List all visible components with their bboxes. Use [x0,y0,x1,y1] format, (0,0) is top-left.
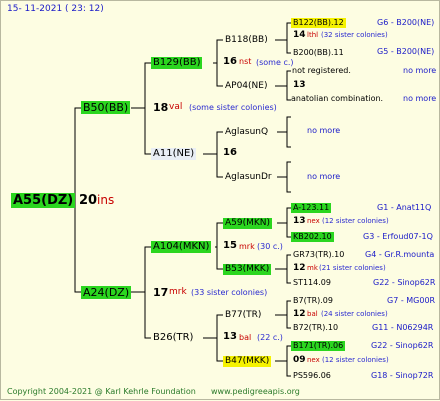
g4-4-note: (12 sister colonies) [322,217,389,225]
g4-0-note: (32 sister colonies) [321,31,388,39]
g4-7-num: 09 [293,355,306,365]
ds-name[interactable]: A104(MKN) [151,241,212,253]
ss-note: (some c.) [256,58,294,67]
g4-0-num: 14 [293,30,306,40]
g4-6-a[interactable]: B7(TR).09 [291,296,335,306]
dam-note: (33 sister colonies) [191,288,268,297]
g4-5-d: G22 - Sinop62R [373,278,436,287]
footer-site[interactable]: www.pedigreeapis.org [211,388,300,396]
dam-num: 17 [153,286,169,299]
g4-1-num: 13 [293,80,306,90]
g4-4-b: G1 - Anat11Q [377,203,432,212]
header-date: 15- 11-2021 ( 23: 12) [7,4,104,14]
root-num: 20 [79,193,98,208]
g4-0-b: G6 - B200(NE) [377,18,435,27]
dd-bal: bal [239,333,252,342]
footer-copyright: Copyright 2004-2021 @ Karl Kehrle Founda… [7,387,196,396]
sire-note: (some sister colonies) [189,103,277,112]
g4-4-kind: nex [307,217,320,225]
g4-5-num: 12 [293,263,306,273]
ss-ins: nst [239,57,252,66]
g4-3-a: no more [307,172,341,181]
dam-name[interactable]: A24(DZ) [81,286,132,299]
ss-num: 16 [223,56,237,67]
g3-7-name[interactable]: B47(MKK) [223,356,272,367]
sd-num: 16 [223,147,237,158]
dam-mrk: mrk [169,287,187,297]
g4-1-d: no more [403,94,437,103]
g4-6-kind: bal [307,310,318,318]
sire-num: 18 [153,101,169,114]
g4-4-a[interactable]: A-123.11 [291,203,332,213]
dd-name[interactable]: B26(TR) [151,332,195,344]
ds-note: (30 c.) [257,242,283,251]
sire-val: val [169,102,183,112]
g4-4-num: 13 [293,216,306,226]
g4-2-a: no more [307,126,341,135]
sd-name[interactable]: A11(NE) [151,148,197,160]
pedigree-canvas: 15- 11-2021 ( 23: 12) A55(DZ) 20 ins B50… [0,0,440,400]
ds-mrk: mrk [239,242,255,251]
g4-4-d: G3 - Erfoud07-1Q [363,232,433,241]
g4-7-b: G22 - Sinop62R [371,341,434,350]
g4-5-kind: mk [307,264,318,272]
g4-1-a: not registered. [292,66,351,75]
g4-6-num: 12 [293,309,306,319]
g4-6-b: G7 - MG00R [387,296,436,305]
g4-0-c[interactable]: B200(BB).11 [291,48,346,58]
g3-5-name[interactable]: B53(MKK) [223,264,272,275]
g4-0-kind: lthl [307,31,319,39]
g4-5-a[interactable]: GR73(TR).10 [291,250,346,260]
g4-5-c[interactable]: ST114.09 [291,278,333,288]
g4-1-b: no more [403,66,437,75]
g4-6-d: G11 - N06294R [372,323,434,332]
dd-num: 13 [223,331,237,342]
g3-2-name[interactable]: AglasunQ [223,127,270,138]
g3-4-name[interactable]: A59(MKN) [223,218,273,229]
g4-0-d: G5 - B200(NE) [377,47,435,56]
g4-6-c[interactable]: B72(TR).10 [291,323,340,333]
g4-1-c: anatolian combination. [291,94,384,103]
g4-7-kind: nex [307,356,320,364]
g4-0-a[interactable]: B122(BB).12 [291,18,346,28]
sire-name[interactable]: B50(BB) [81,101,131,114]
ds-num: 15 [223,240,237,251]
g3-6-name[interactable]: B77(TR) [223,310,263,321]
g4-6-note: (24 sister colonies) [321,310,388,318]
ss-name[interactable]: B129(BB) [151,57,203,69]
g3-3-name[interactable]: AglasunDr [223,172,274,183]
g3-0-name[interactable]: B118(BB) [223,35,270,46]
root-name[interactable]: A55(DZ) [11,193,76,208]
g4-5-note: (21 sister colonies) [319,264,386,272]
dd-note: (22 c.) [257,333,283,342]
g3-1-name[interactable]: AP04(NE) [223,81,269,92]
g4-7-c[interactable]: PS596.06 [291,371,333,381]
g4-5-b: G4 - Gr.R.mounta [365,250,435,259]
g4-4-c[interactable]: KB202.10 [291,232,334,242]
g4-7-a[interactable]: B171(TR).06 [291,341,346,351]
g4-7-note: (12 sister colonies) [322,356,389,364]
g4-7-d: G18 - Sinop72R [371,371,434,380]
root-ins: ins [97,193,115,207]
